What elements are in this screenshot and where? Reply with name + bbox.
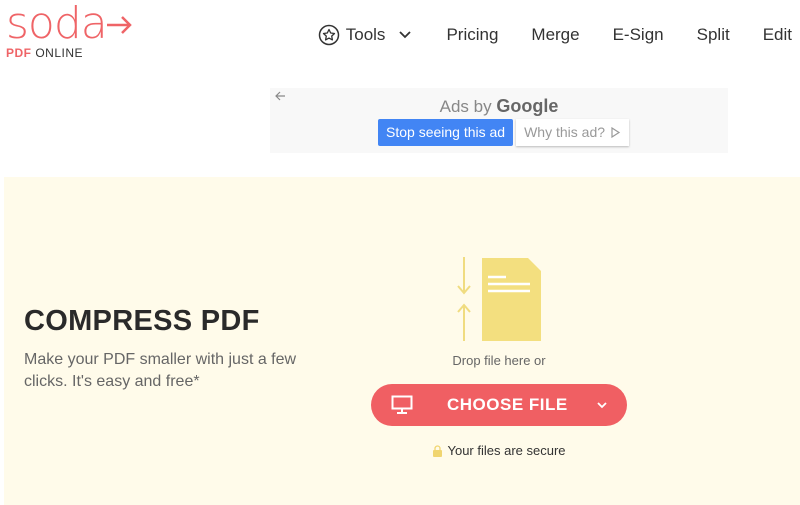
lock-icon	[433, 444, 443, 457]
main-nav: Tools Pricing Merge E-Sign Split Edit	[318, 24, 792, 46]
stop-seeing-ad-button[interactable]: Stop seeing this ad	[378, 119, 514, 146]
chevron-down-icon	[399, 31, 412, 39]
chevron-down-icon[interactable]	[595, 400, 609, 410]
security-note: Your files are secure	[370, 443, 628, 458]
nav-esign[interactable]: E-Sign	[613, 25, 664, 45]
arrow-right-icon	[106, 16, 132, 34]
nav-pricing[interactable]: Pricing	[446, 25, 498, 45]
logo[interactable]: soda PDF ONLINE	[6, 0, 133, 60]
nav-tools[interactable]: Tools	[318, 24, 414, 46]
nav-pricing-label: Pricing	[446, 25, 499, 44]
why-this-ad-label: Why this ad?	[524, 124, 606, 140]
compress-hero: COMPRESS PDF Make your PDF smaller with …	[4, 177, 800, 505]
nav-merge[interactable]: Merge	[531, 25, 579, 45]
page-description: Make your PDF smaller with just a few cl…	[24, 351, 297, 390]
star-icon	[318, 24, 339, 46]
ad-banner: Ads by Google Stop seeing this ad Why th…	[270, 88, 728, 153]
monitor-icon	[391, 395, 413, 414]
logo-online: ONLINE	[35, 46, 84, 60]
logo-wordmark: soda	[6, 0, 133, 49]
secure-text: Your files are secure	[447, 443, 566, 458]
nav-merge-label: Merge	[531, 25, 580, 44]
logo-pdf: PDF	[6, 46, 32, 60]
adchoices-icon	[611, 127, 621, 138]
page-title: COMPRESS PDF	[24, 305, 260, 337]
choose-file-button[interactable]: CHOOSE FILE	[371, 384, 627, 426]
why-this-ad-button[interactable]: Why this ad?	[516, 119, 630, 146]
nav-edit-label: Edit	[762, 25, 792, 44]
ads-by-google: Ads by Google	[270, 96, 728, 117]
logo-word: soda	[6, 0, 108, 49]
google-text: Google	[496, 96, 559, 116]
nav-edit[interactable]: Edit	[763, 25, 792, 45]
ads-by-text: Ads by	[439, 97, 492, 116]
choose-file-label: CHOOSE FILE	[447, 395, 568, 414]
nav-split-label: Split	[696, 25, 730, 44]
nav-esign-label: E-Sign	[612, 25, 664, 44]
nav-split[interactable]: Split	[697, 25, 730, 45]
drop-text: Drop file here or	[452, 353, 546, 368]
compress-document-icon	[457, 257, 541, 341]
nav-tools-label: Tools	[345, 25, 386, 44]
